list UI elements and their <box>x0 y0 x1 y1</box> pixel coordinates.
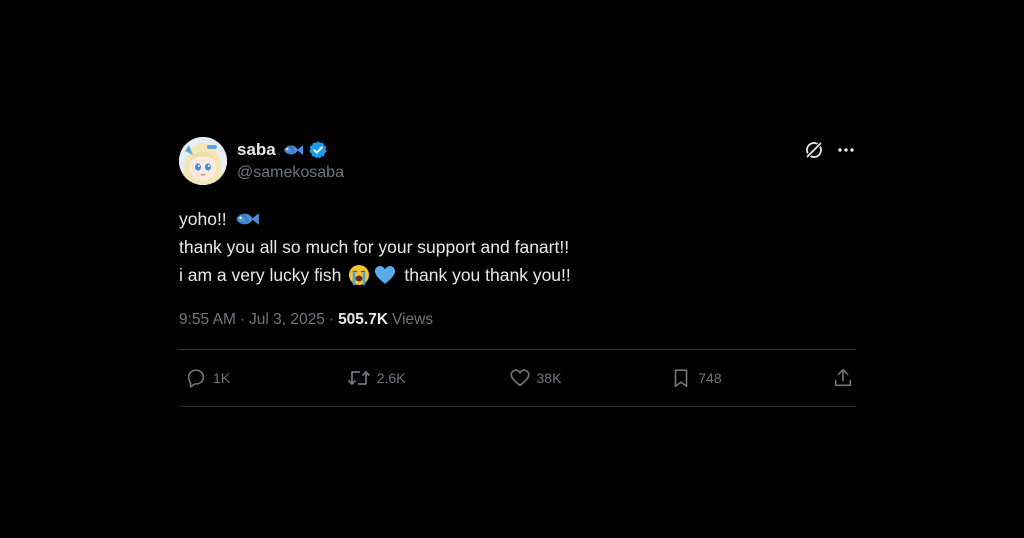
views-label: Views <box>392 311 434 328</box>
bookmark-icon <box>670 367 692 389</box>
meta-separator: · <box>328 311 335 328</box>
tweet-line-3: i am a very lucky fish thank you thank y… <box>179 261 856 289</box>
tweet-actions-bar: 1K 2.6K 38K 748 <box>179 350 856 406</box>
tweet-line-1-text: yoho!! <box>179 209 227 229</box>
share-icon <box>832 367 854 389</box>
blue-heart-icon <box>374 265 396 285</box>
loudly-crying-face-icon <box>348 264 370 286</box>
repost-icon <box>347 367 371 389</box>
verified-badge-icon <box>308 140 328 160</box>
bookmark-count: 748 <box>698 370 722 386</box>
tweet-time[interactable]: 9:55 AM <box>179 311 236 329</box>
like-count: 38K <box>536 370 562 386</box>
reply-button[interactable]: 1K <box>185 367 245 389</box>
share-button[interactable] <box>832 367 854 389</box>
more-options-icon[interactable] <box>836 140 856 160</box>
meta-separator: · <box>239 311 246 328</box>
reply-count: 1K <box>213 370 231 386</box>
tweet-line-3-text-after: thank you thank you!! <box>404 265 571 285</box>
tweet-top-actions <box>804 140 856 160</box>
avatar[interactable] <box>179 137 227 185</box>
like-button[interactable]: 38K <box>509 367 569 389</box>
display-name[interactable]: saba <box>237 140 276 160</box>
bookmark-button[interactable]: 748 <box>670 367 730 389</box>
user-info: saba @samekosaba <box>237 139 344 182</box>
repost-count: 2.6K <box>376 370 406 386</box>
tweet-meta: 9:55 AM · Jul 3, 2025 · 505.7K Views <box>179 311 856 329</box>
user-handle[interactable]: @samekosaba <box>237 164 344 182</box>
repost-button[interactable]: 2.6K <box>347 367 407 389</box>
tweet-line-1: yoho!! <box>179 205 856 233</box>
fish-icon <box>234 210 260 228</box>
tweet-date[interactable]: Jul 3, 2025 <box>249 311 325 329</box>
tweet-line-3-text-before: i am a very lucky fish <box>179 265 342 285</box>
reply-icon <box>185 367 207 389</box>
divider <box>179 406 856 407</box>
tweet-header: saba @samekosaba <box>179 137 856 189</box>
heart-icon <box>509 367 531 389</box>
fish-icon <box>282 143 304 157</box>
tweet-line-2-text: thank you all so much for your support a… <box>179 237 570 257</box>
views-count[interactable]: 505.7K <box>338 311 388 329</box>
tweet-text: yoho!! thank you all so much for your su… <box>179 205 856 289</box>
grok-icon[interactable] <box>804 140 824 160</box>
tweet-line-2: thank you all so much for your support a… <box>179 233 856 261</box>
tweet-card: saba @samekosaba yoho!! thank you all so… <box>179 137 856 407</box>
